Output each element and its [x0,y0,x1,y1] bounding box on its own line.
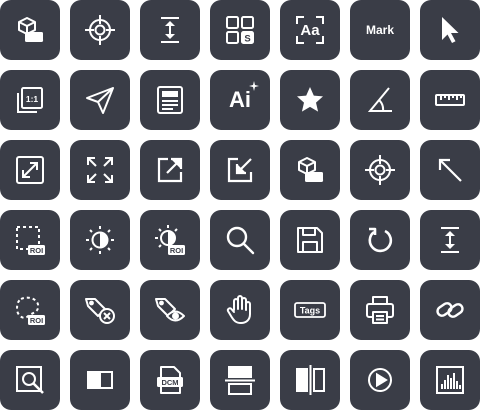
grid-s-icon: S [223,13,257,47]
import-button[interactable] [210,140,270,200]
fullscreen-button[interactable] [70,140,130,200]
view-tag-button[interactable] [140,280,200,340]
mpr-button[interactable]: MPR [0,0,60,60]
save-icon [293,223,327,257]
tags-label-icon: Tags [293,293,327,327]
dcm-file-button[interactable]: DCM [140,350,200,410]
invert-icon [83,363,117,397]
expand-button[interactable] [0,140,60,200]
save-button[interactable] [280,210,340,270]
pointer-arrow-icon [433,13,467,47]
ai-sparkle-icon: Ai [229,81,259,113]
histogram-button[interactable] [420,350,480,410]
roi-freehand-button[interactable]: ROI [0,280,60,340]
angle-button[interactable] [350,70,410,130]
expand-diagonal-icon [13,153,47,187]
send-button[interactable] [70,70,130,130]
pan-button[interactable] [210,280,270,340]
mpr-cube-icon: MPR [293,153,327,187]
fullscreen-icon [83,153,117,187]
mpr-text: MPR [26,33,43,42]
roi-text: ROI [30,316,43,325]
flip-vertical-icon [223,363,257,397]
roi-text: ROI [170,246,183,255]
layout-grid-button[interactable]: S [210,0,270,60]
zoom-region-button[interactable] [0,350,60,410]
link-button[interactable] [420,280,480,340]
crosshair-icon [363,153,397,187]
zoom-region-icon [13,363,47,397]
tag-remove-icon [83,293,117,327]
roi-rectangle-icon: ROI [13,223,47,257]
text-size-icon: Aa [293,13,327,47]
actual-size-button[interactable]: 1:1 [0,70,60,130]
toolbar-icon-grid: MPR S Aa Mark 1:1 Ai MPR ROI ROI ROI Tag… [0,0,480,410]
roi-rectangle-button[interactable]: ROI [0,210,60,270]
play-button[interactable] [350,350,410,410]
mpr-text: MPR [306,173,323,182]
brightness-roi-icon: ROI [153,223,187,257]
document-icon [153,83,187,117]
play-icon [363,363,397,397]
print-icon [363,293,397,327]
crosshair-icon [83,13,117,47]
aa-text: Aa [300,21,320,39]
tag-view-icon [153,293,187,327]
vertical-resize-icon [153,13,187,47]
dcm-file-icon: DCM [153,363,187,397]
mpr-button-2[interactable]: MPR [280,140,340,200]
angle-icon [363,83,397,117]
pointer-button[interactable] [420,0,480,60]
rotate-button[interactable] [350,210,410,270]
roi-text: ROI [30,246,43,255]
dcm-text: DCM [161,378,178,387]
hand-pan-icon [223,293,257,327]
export-button[interactable] [140,140,200,200]
mark-button[interactable]: Mark [350,0,410,60]
brightness-button[interactable] [70,210,130,270]
ruler-icon [433,83,467,117]
search-button[interactable] [210,210,270,270]
vertical-resize-icon [433,223,467,257]
roi-freehand-icon: ROI [13,293,47,327]
remove-tag-button[interactable] [70,280,130,340]
brightness-icon [83,223,117,257]
flip-vertical-button[interactable] [210,350,270,410]
link-icon [433,293,467,327]
brightness-roi-button[interactable]: ROI [140,210,200,270]
flip-horizontal-icon [293,363,327,397]
ai-button[interactable]: Ai [210,70,270,130]
print-button[interactable] [350,280,410,340]
tags-button[interactable]: Tags [280,280,340,340]
one-to-one-text: 1:1 [26,94,39,104]
line-arrow-button[interactable] [420,140,480,200]
actual-size-icon: 1:1 [13,83,47,117]
invert-button[interactable] [70,350,130,410]
flip-horizontal-button[interactable] [280,350,340,410]
vertical-resize-button-2[interactable] [420,210,480,270]
favorite-button[interactable] [280,70,340,130]
crosshair-button-2[interactable] [350,140,410,200]
external-link-icon [153,153,187,187]
histogram-icon [433,363,467,397]
document-button[interactable] [140,70,200,130]
import-icon [223,153,257,187]
crosshair-button[interactable] [70,0,130,60]
rotate-icon [363,223,397,257]
send-icon [83,83,117,117]
line-arrow-icon [433,153,467,187]
mpr-cube-icon: MPR [13,13,47,47]
text-size-button[interactable]: Aa [280,0,340,60]
ai-text: Ai [229,87,251,112]
tags-text: Tags [300,306,320,316]
mark-label: Mark [365,23,394,37]
ruler-button[interactable] [420,70,480,130]
sparkle-icon [249,81,259,91]
s-text: S [244,34,250,45]
star-icon [293,83,327,117]
magnifier-icon [223,223,257,257]
vertical-resize-button[interactable] [140,0,200,60]
